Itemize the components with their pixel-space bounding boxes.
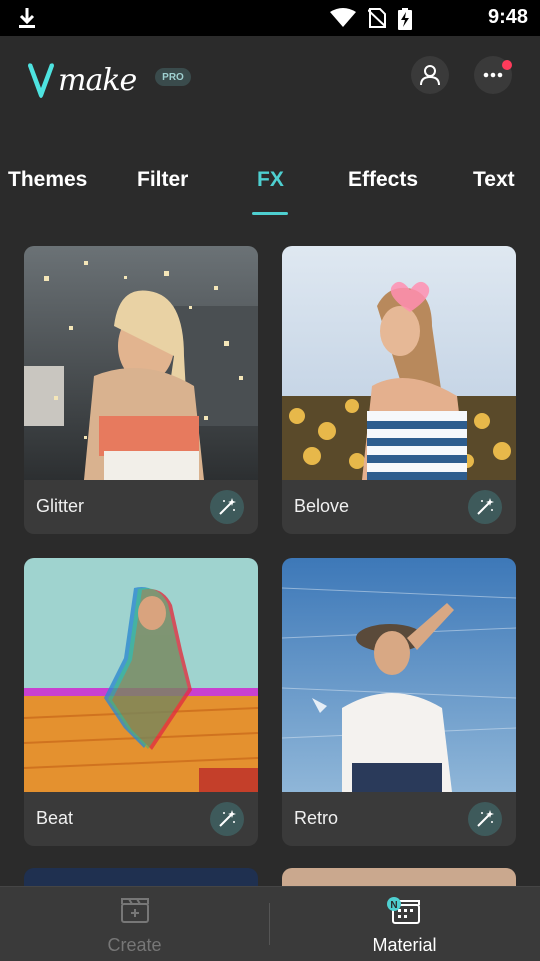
tab-themes[interactable]: Themes — [8, 168, 87, 192]
tab-text[interactable]: Text — [473, 168, 515, 192]
belove-thumbnail — [282, 246, 516, 480]
no-sim-icon — [368, 8, 386, 28]
apply-fx-button[interactable] — [210, 490, 244, 524]
nav-create-label: Create — [107, 935, 162, 955]
tab-active-indicator — [252, 212, 288, 215]
tab-fx[interactable]: FX — [257, 168, 284, 192]
clapperboard-icon — [120, 898, 149, 923]
card-label: Beat — [36, 808, 74, 828]
download-icon — [19, 8, 35, 28]
more-icon — [483, 72, 503, 78]
fx-card-retro[interactable]: Retro — [282, 558, 516, 846]
material-icon: N — [386, 897, 420, 924]
magic-wand-icon — [477, 810, 494, 827]
logo-v-icon — [28, 63, 54, 98]
magic-wand-icon — [219, 498, 236, 515]
tab-effects[interactable]: Effects — [348, 168, 418, 192]
status-time: 9:48 — [487, 6, 528, 28]
category-tabs: Themes Filter FX Effects Text — [0, 160, 540, 216]
fx-card-belove[interactable]: Belove — [282, 246, 516, 534]
profile-button[interactable] — [411, 56, 449, 94]
bottom-navigation: Create N Material — [0, 886, 540, 961]
new-badge: N — [390, 900, 397, 911]
glitter-thumbnail — [24, 246, 258, 480]
apply-fx-button[interactable] — [468, 802, 502, 836]
beat-thumbnail — [24, 558, 258, 792]
card-label: Belove — [294, 496, 350, 516]
nav-material[interactable]: N Material — [270, 887, 539, 961]
retro-thumbnail — [282, 558, 516, 792]
magic-wand-icon — [219, 810, 236, 827]
fx-card-glitter[interactable]: Glitter — [24, 246, 258, 534]
magic-wand-icon — [477, 498, 494, 515]
apply-fx-button[interactable] — [210, 802, 244, 836]
logo-text: make — [58, 62, 137, 98]
app-logo: make — [26, 58, 137, 102]
wifi-icon — [330, 8, 356, 27]
fx-card-beat[interactable]: Beat — [24, 558, 258, 846]
nav-material-label: Material — [372, 935, 437, 955]
battery-charging-icon — [398, 8, 412, 30]
status-bar: 9:48 — [0, 0, 540, 36]
profile-icon — [420, 65, 440, 86]
apply-fx-button[interactable] — [468, 490, 502, 524]
card-label: Glitter — [36, 496, 85, 516]
notification-dot — [502, 60, 512, 70]
card-label: Retro — [294, 808, 339, 828]
tab-filter[interactable]: Filter — [137, 168, 188, 192]
pro-badge[interactable]: PRO — [155, 68, 191, 86]
nav-create[interactable]: Create — [0, 887, 269, 961]
